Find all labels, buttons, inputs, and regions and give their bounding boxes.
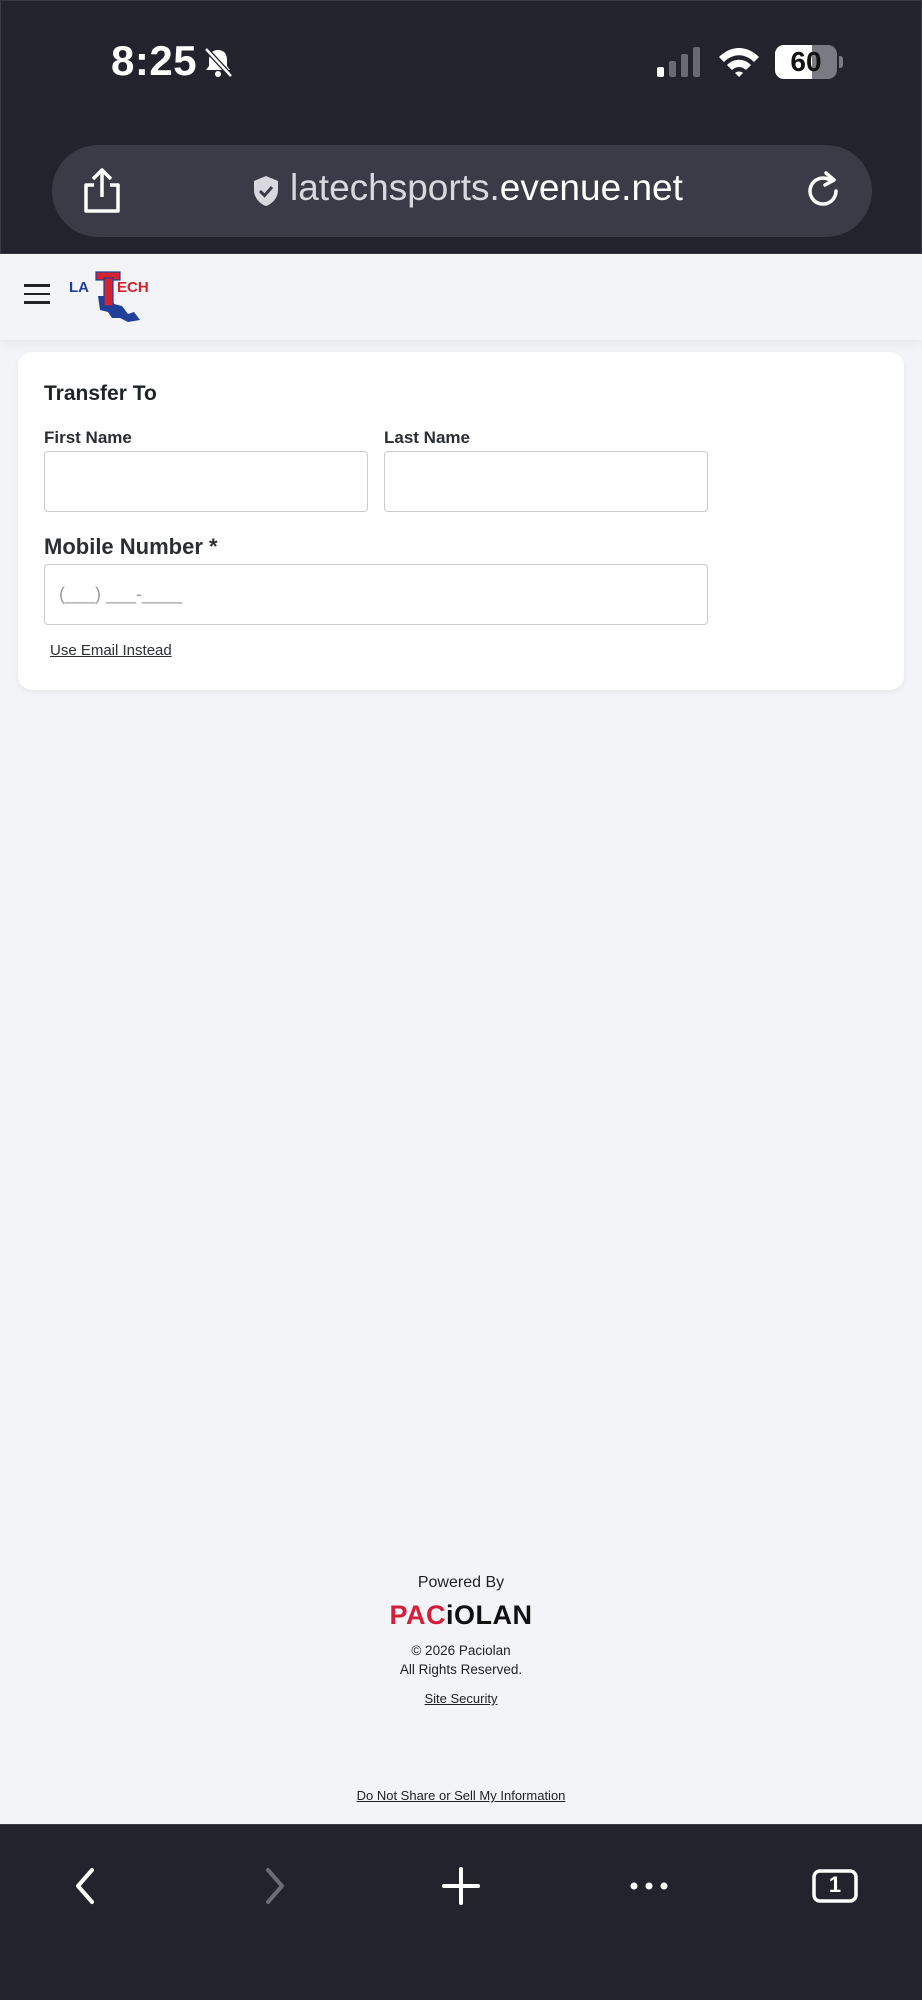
tabs-icon[interactable]: 1: [812, 1861, 862, 1911]
hamburger-menu-icon[interactable]: [24, 284, 54, 308]
more-icon[interactable]: [624, 1861, 674, 1911]
first-name-label: First Name: [44, 428, 132, 447]
new-tab-icon[interactable]: [436, 1861, 486, 1911]
status-time: 8:25: [111, 37, 198, 84]
share-icon[interactable]: [80, 167, 124, 215]
svg-text:LA: LA: [69, 279, 89, 296]
brand-dark-part: iOLAN: [446, 1600, 533, 1630]
paciolan-logo: PACiOLAN: [0, 1600, 922, 1631]
browser-bottom-toolbar: 1: [0, 1824, 922, 2000]
powered-by-text: Powered By: [417, 1574, 505, 1591]
cellular-signal-icon: [657, 47, 700, 77]
copyright-line-1: © 2026 Paciolan: [411, 1643, 511, 1658]
svg-text:ECH: ECH: [117, 279, 149, 296]
battery-level: 60: [790, 46, 822, 77]
transfer-form-card: Transfer To First Name Last Name Mobile …: [18, 352, 904, 690]
browser-top-bar: 8:25 60 latechsports.evenue.net: [0, 0, 922, 254]
url-prefix: latechsports.: [290, 167, 500, 208]
copyright-line-2: All Rights Reserved.: [399, 1662, 523, 1677]
copyright: © 2026 Paciolan All Rights Reserved.: [0, 1641, 922, 1679]
reload-icon[interactable]: [804, 169, 844, 213]
last-name-field[interactable]: [384, 451, 708, 512]
back-icon[interactable]: [62, 1861, 112, 1911]
mobile-number-field[interactable]: [44, 564, 708, 625]
wifi-icon: [719, 48, 759, 77]
use-email-instead-link[interactable]: Use Email Instead: [50, 642, 172, 659]
forward-icon[interactable]: [248, 1861, 298, 1911]
url-text[interactable]: latechsports.evenue.net: [290, 167, 683, 209]
do-not-sell-container: Do Not Share or Sell My Information: [0, 1788, 922, 1803]
site-header: LA ECH: [0, 254, 922, 340]
battery-indicator: 60: [775, 45, 843, 79]
url-host: evenue.net: [499, 167, 683, 208]
form-title: Transfer To: [44, 382, 157, 405]
first-name-field[interactable]: [44, 451, 368, 512]
brand-red-part: PAC: [389, 1600, 446, 1630]
tab-count: 1: [828, 1872, 842, 1897]
mobile-number-label: Mobile Number *: [44, 534, 218, 559]
la-tech-logo[interactable]: LA ECH: [68, 268, 152, 324]
footer: Powered By PACiOLAN © 2026 Paciolan All …: [0, 1574, 922, 1708]
site-security-link[interactable]: Site Security: [425, 1691, 498, 1706]
shield-icon: [254, 176, 278, 206]
bell-slash-icon: [204, 47, 233, 78]
do-not-sell-link[interactable]: Do Not Share or Sell My Information: [357, 1788, 566, 1803]
address-bar[interactable]: latechsports.evenue.net: [52, 145, 872, 237]
last-name-label: Last Name: [384, 428, 470, 447]
